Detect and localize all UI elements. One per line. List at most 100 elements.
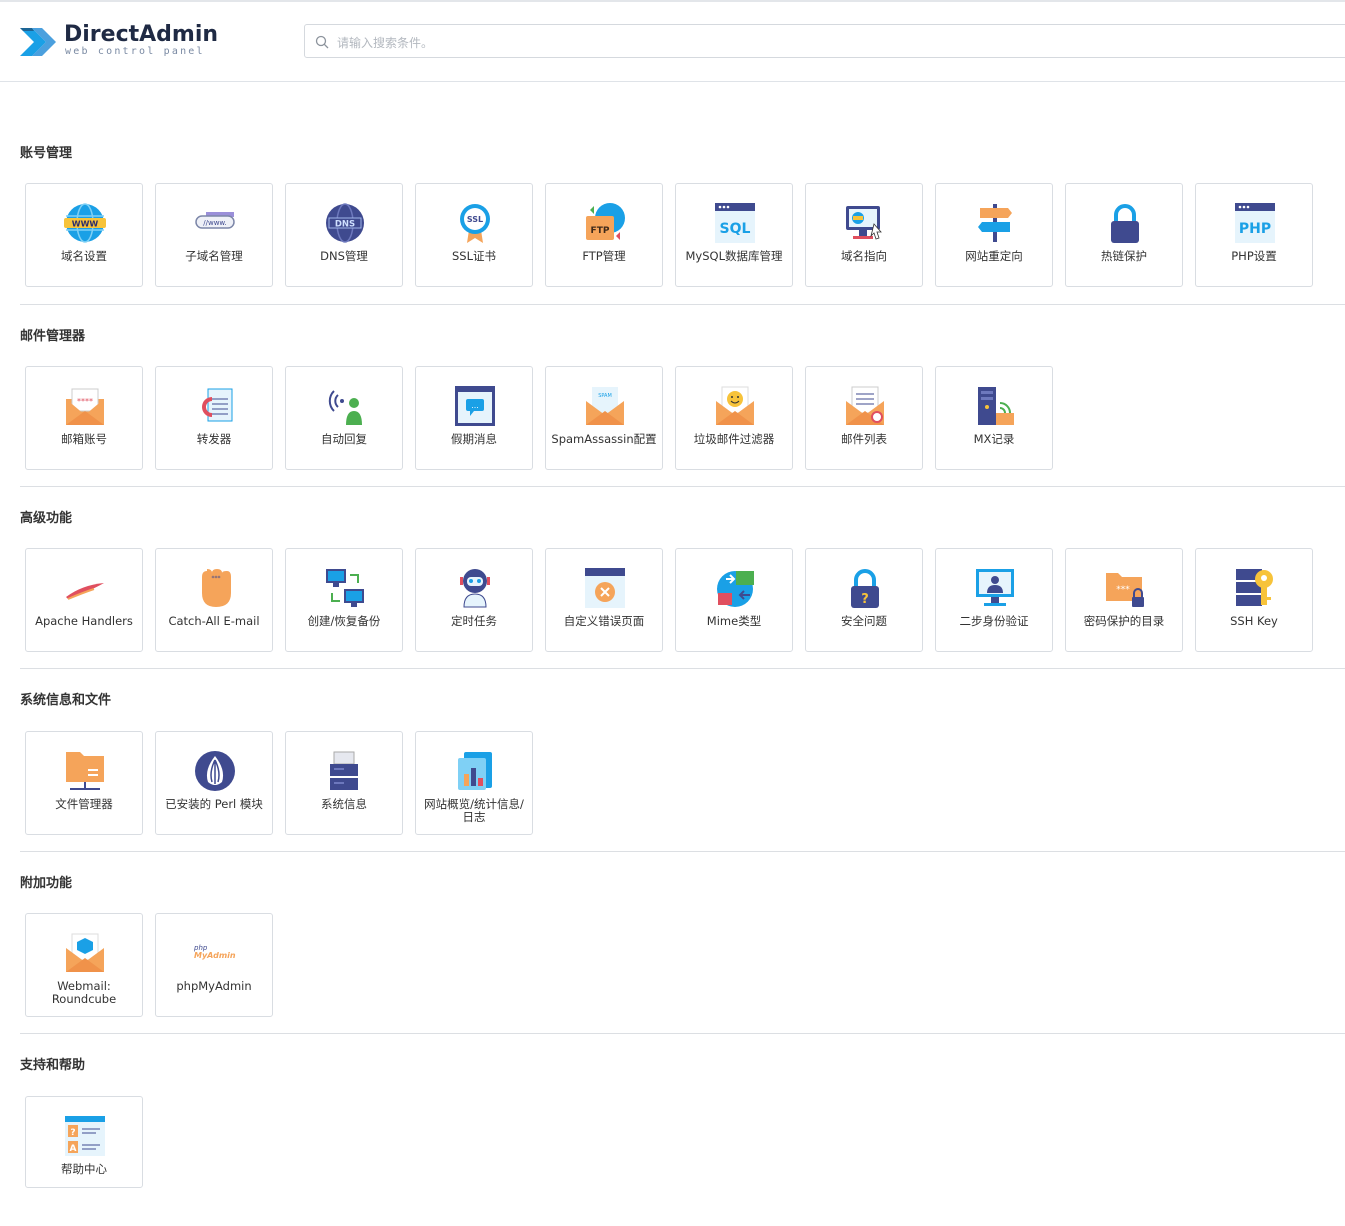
search-input[interactable]: [335, 31, 1239, 55]
tile-site-stats[interactable]: 网站概览/统计信息/日志: [415, 731, 533, 835]
svg-text:PHP: PHP: [1239, 221, 1271, 237]
tile-webmail-roundcube[interactable]: Webmail: Roundcube: [25, 913, 143, 1017]
email-account-icon: ****: [66, 388, 104, 425]
tile-forwarders[interactable]: 转发器: [155, 366, 273, 470]
tile-label: MySQL数据库管理: [685, 249, 783, 263]
vacation-message-icon: ...: [455, 386, 495, 426]
padlock-icon: [1111, 204, 1139, 243]
tile-ssh-key[interactable]: SSH Key: [1195, 548, 1313, 652]
tile-file-manager[interactable]: 文件管理器: [25, 731, 143, 835]
svg-text:...: ...: [471, 401, 479, 410]
tile-label: SSL证书: [451, 249, 496, 263]
tile-help-center[interactable]: ? A 帮助中心: [25, 1096, 143, 1188]
tile-subdomain[interactable]: //www. 子域名管理: [155, 183, 273, 287]
tile-mx-records[interactable]: MX记录: [935, 366, 1053, 470]
tile-perl-modules[interactable]: 已安装的 Perl 模块: [155, 731, 273, 835]
tile-two-factor[interactable]: 二步身份验证: [935, 548, 1053, 652]
tile-label: Mime类型: [706, 614, 762, 628]
mx-server-icon: [978, 387, 1014, 425]
tile-ssl[interactable]: SSL SSL证书: [415, 183, 533, 287]
tile-apache-handlers[interactable]: Apache Handlers: [25, 548, 143, 652]
tile-label: 文件管理器: [55, 797, 113, 811]
tile-domain-pointer[interactable]: 域名指向: [805, 183, 923, 287]
tile-system-info[interactable]: 系统信息: [285, 731, 403, 835]
tile-label: 帮助中心: [61, 1162, 107, 1176]
tile-spam-filter[interactable]: 垃圾邮件过滤器: [675, 366, 793, 470]
webmail-envelope-icon: [66, 933, 104, 972]
section-title-addons: 附加功能: [20, 876, 73, 891]
svg-text:SPAM: SPAM: [598, 393, 612, 399]
tile-protected-dirs[interactable]: *** 密码保护的目录: [1065, 548, 1183, 652]
catch-hand-icon: ***: [202, 569, 231, 607]
tile-label: 假期消息: [451, 432, 497, 446]
globe-www-icon: WWW: [64, 203, 106, 243]
tile-label: 域名设置: [61, 249, 107, 263]
tile-phpmyadmin[interactable]: php MyAdmin phpMyAdmin: [155, 913, 273, 1017]
tile-php[interactable]: PHP PHP设置: [1195, 183, 1313, 287]
brand-tagline: web control panel: [65, 46, 205, 57]
tile-label: 网站概览/统计信息/日志: [424, 797, 524, 824]
tile-label: Apache Handlers: [35, 614, 133, 628]
ssh-key-icon: [1236, 569, 1273, 606]
tile-catch-all[interactable]: *** Catch-All E-mail: [155, 548, 273, 652]
tile-label: 邮件列表: [841, 432, 887, 446]
svg-text:MyAdmin: MyAdmin: [194, 951, 236, 960]
tile-domain-setup[interactable]: WWW 域名设置: [25, 183, 143, 287]
section-divider: [20, 304, 1345, 305]
tile-autoresponder[interactable]: 自动回复: [285, 366, 403, 470]
tile-label: 自动回复: [321, 432, 367, 446]
section-title-mail: 邮件管理器: [20, 329, 86, 344]
tile-redirect[interactable]: 网站重定向: [935, 183, 1053, 287]
svg-text:DNS: DNS: [335, 220, 355, 230]
tile-backup[interactable]: 创建/恢复备份: [285, 548, 403, 652]
tile-label: 转发器: [196, 432, 232, 446]
tile-mime-types[interactable]: Mime类型: [675, 548, 793, 652]
forwarder-icon: [202, 388, 233, 422]
system-info-server-icon: [330, 751, 358, 790]
tile-dns[interactable]: DNS DNS管理: [285, 183, 403, 287]
tile-label: 系统信息: [321, 797, 367, 811]
section-divider: [20, 1033, 1345, 1034]
directadmin-logo[interactable]: DirectAdmin web control panel: [18, 20, 218, 64]
section-divider: [20, 851, 1345, 852]
top-header: DirectAdmin web control panel: [0, 2, 1345, 82]
section-title-account: 账号管理: [20, 146, 73, 161]
mime-globe-icon: [717, 571, 754, 607]
tile-spamassassin[interactable]: SPAM SpamAssassin配置: [545, 366, 663, 470]
tile-email-accounts[interactable]: **** 邮箱账号: [25, 366, 143, 470]
tile-label: Webmail: Roundcube: [51, 979, 117, 1006]
tile-custom-error-pages[interactable]: 自定义错误页面: [545, 548, 663, 652]
tile-hotlink[interactable]: 热链保护: [1065, 183, 1183, 287]
svg-text:***: ***: [212, 575, 221, 582]
backup-monitors-icon: [326, 569, 364, 607]
tile-mysql[interactable]: SQL MySQL数据库管理: [675, 183, 793, 287]
perl-onion-icon: [195, 751, 235, 791]
tile-security-questions[interactable]: ? 安全问题: [805, 548, 923, 652]
section-divider: [20, 486, 1345, 487]
file-manager-folder-icon: [66, 752, 104, 790]
tile-label: 邮箱账号: [61, 432, 107, 446]
tile-label: FTP管理: [582, 249, 626, 263]
subdomain-icon: //www.: [195, 212, 235, 229]
tile-label: 已安装的 Perl 模块: [165, 797, 263, 811]
domain-pointer-icon: [846, 206, 882, 240]
tile-ftp[interactable]: FTP FTP管理: [545, 183, 663, 287]
tile-label: SSH Key: [1230, 614, 1278, 628]
svg-text:?: ?: [861, 592, 869, 607]
tile-vacation[interactable]: ... 假期消息: [415, 366, 533, 470]
two-factor-monitor-icon: [976, 569, 1014, 606]
search-box[interactable]: [304, 24, 1345, 58]
tile-label: phpMyAdmin: [176, 979, 252, 993]
spam-filter-icon: [716, 386, 754, 425]
php-window-icon: PHP: [1235, 203, 1275, 243]
tile-cron-jobs[interactable]: 定时任务: [415, 548, 533, 652]
tile-label: 安全问题: [841, 614, 887, 628]
brand-name: DirectAdmin: [64, 22, 219, 47]
tile-mailing-list[interactable]: 邮件列表: [805, 366, 923, 470]
ftp-folder-icon: FTP: [586, 203, 625, 240]
dns-globe-icon: DNS: [326, 203, 364, 243]
tile-label: 域名指向: [841, 249, 887, 263]
tile-label: 热链保护: [1101, 249, 1147, 263]
tile-label: 子域名管理: [185, 249, 243, 263]
tile-label: 垃圾邮件过滤器: [693, 432, 775, 446]
